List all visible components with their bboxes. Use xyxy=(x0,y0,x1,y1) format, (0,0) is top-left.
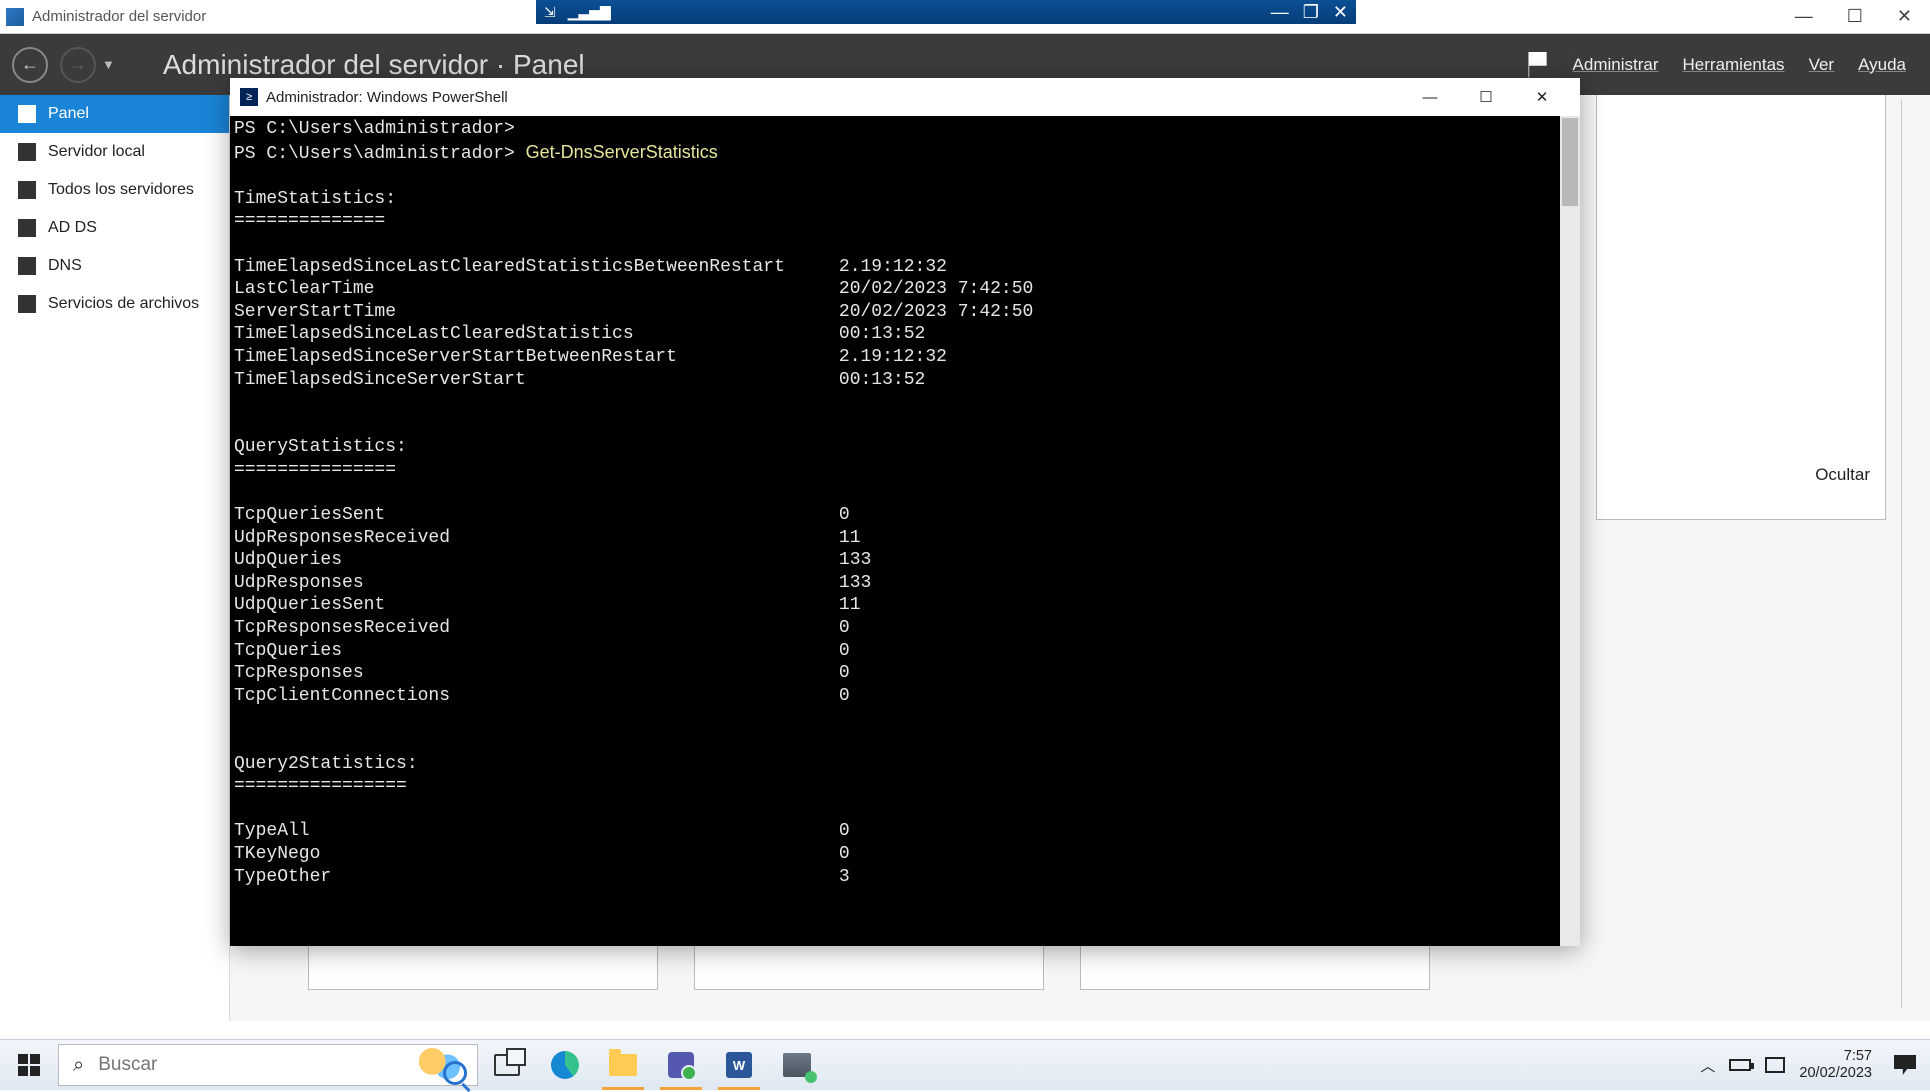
folder-icon xyxy=(609,1054,637,1076)
server-icon xyxy=(18,143,36,161)
welcome-panel xyxy=(1596,95,1886,520)
sidebar-item-todos-servidores[interactable]: Todos los servidores xyxy=(0,171,229,209)
taskbar-app-word[interactable]: W xyxy=(710,1040,768,1090)
signal-icon: ▁▃▅▇ xyxy=(568,4,611,21)
action-center-button[interactable] xyxy=(1894,1055,1916,1075)
powershell-titlebar[interactable]: ≥ Administrador: Windows PowerShell — ☐ … xyxy=(230,78,1580,116)
powershell-window: ≥ Administrador: Windows PowerShell — ☐ … xyxy=(230,78,1580,946)
word-icon: W xyxy=(726,1052,752,1078)
menu-ver[interactable]: Ver xyxy=(1809,55,1835,75)
sidebar-item-dns[interactable]: DNS xyxy=(0,247,229,285)
rdp-minimize-button[interactable]: — xyxy=(1271,2,1289,23)
taskbar-clock[interactable]: 7:57 20/02/2023 xyxy=(1799,1048,1880,1082)
network-icon[interactable] xyxy=(1765,1057,1785,1073)
nav-forward-button: → xyxy=(60,47,96,83)
taskbar-app-server-manager[interactable] xyxy=(768,1040,826,1090)
search-highlights-icon[interactable] xyxy=(419,1047,463,1083)
system-tray: ︿ 7:57 20/02/2023 xyxy=(1700,1040,1930,1090)
files-icon xyxy=(18,295,36,313)
powershell-icon: ≥ xyxy=(240,88,258,106)
adds-icon xyxy=(18,219,36,237)
servers-icon xyxy=(18,181,36,199)
search-input[interactable] xyxy=(98,1054,405,1076)
sidebar-item-label: Panel xyxy=(48,105,89,123)
edge-icon xyxy=(551,1051,579,1079)
sidebar-item-servidor-local[interactable]: Servidor local xyxy=(0,133,229,171)
taskbar-search[interactable]: ⌕ xyxy=(58,1044,478,1086)
sidebar-item-label: Servidor local xyxy=(48,143,145,161)
ps-minimize-button[interactable]: — xyxy=(1402,79,1458,115)
taskbar-app-teams[interactable] xyxy=(652,1040,710,1090)
menu-ayuda[interactable]: Ayuda xyxy=(1858,55,1906,75)
nav-dropdown-icon[interactable]: ▼ xyxy=(102,57,115,72)
sidebar: Panel Servidor local Todos los servidore… xyxy=(0,95,230,1021)
breadcrumb: Administrador del servidor · Panel xyxy=(163,49,1525,81)
sidebar-item-adds[interactable]: AD DS xyxy=(0,209,229,247)
server-manager-icon xyxy=(6,8,24,26)
app-maximize-button[interactable]: ☐ xyxy=(1847,6,1863,27)
ps-scrollbar[interactable] xyxy=(1560,116,1580,946)
search-icon: ⌕ xyxy=(73,1054,84,1077)
sidebar-item-label: DNS xyxy=(48,257,82,275)
windows-icon xyxy=(18,1054,40,1076)
server-manager-taskbar-icon xyxy=(783,1053,811,1077)
taskbar: ⌕ W ︿ 7:57 20/02/2023 xyxy=(0,1039,1930,1090)
app-minimize-button[interactable]: — xyxy=(1795,6,1813,27)
task-view-button[interactable] xyxy=(478,1040,536,1090)
battery-icon[interactable] xyxy=(1729,1059,1751,1071)
task-view-icon xyxy=(494,1054,520,1076)
clock-time: 7:57 xyxy=(1799,1048,1872,1065)
nav-back-button[interactable]: ← xyxy=(12,47,48,83)
taskbar-app-edge[interactable] xyxy=(536,1040,594,1090)
powershell-console[interactable]: PS C:\Users\administrador> PS C:\Users\a… xyxy=(230,116,1560,946)
rdp-connection-bar[interactable]: ⇲ ▁▃▅▇ — ❐ ✕ xyxy=(536,0,1356,24)
hide-link[interactable]: Ocultar xyxy=(1815,465,1870,485)
dashboard-icon xyxy=(18,105,36,123)
pin-icon[interactable]: ⇲ xyxy=(544,4,556,21)
ps-close-button[interactable]: ✕ xyxy=(1514,79,1570,115)
sidebar-item-panel[interactable]: Panel xyxy=(0,95,229,133)
rdp-close-button[interactable]: ✕ xyxy=(1333,2,1348,23)
scrollbar[interactable] xyxy=(1892,99,1902,1009)
sidebar-item-label: Todos los servidores xyxy=(48,181,194,199)
dns-icon xyxy=(18,257,36,275)
teams-icon xyxy=(668,1052,694,1078)
app-close-button[interactable]: ✕ xyxy=(1897,6,1912,27)
rdp-restore-button[interactable]: ❐ xyxy=(1303,2,1319,23)
sidebar-item-label: Servicios de archivos xyxy=(48,295,199,313)
ps-maximize-button[interactable]: ☐ xyxy=(1458,79,1514,115)
taskbar-app-explorer[interactable] xyxy=(594,1040,652,1090)
powershell-title: Administrador: Windows PowerShell xyxy=(266,89,1402,106)
start-button[interactable] xyxy=(0,1040,58,1090)
menu-administrar[interactable]: Administrar xyxy=(1573,55,1659,75)
ps-scroll-thumb[interactable] xyxy=(1562,118,1578,206)
sidebar-item-label: AD DS xyxy=(48,219,97,237)
sidebar-item-servicios-archivos[interactable]: Servicios de archivos xyxy=(0,285,229,323)
clock-date: 20/02/2023 xyxy=(1799,1065,1872,1082)
menu-herramientas[interactable]: Herramientas xyxy=(1683,55,1785,75)
tray-overflow-button[interactable]: ︿ xyxy=(1700,1055,1715,1076)
notifications-flag-icon[interactable] xyxy=(1525,52,1551,78)
